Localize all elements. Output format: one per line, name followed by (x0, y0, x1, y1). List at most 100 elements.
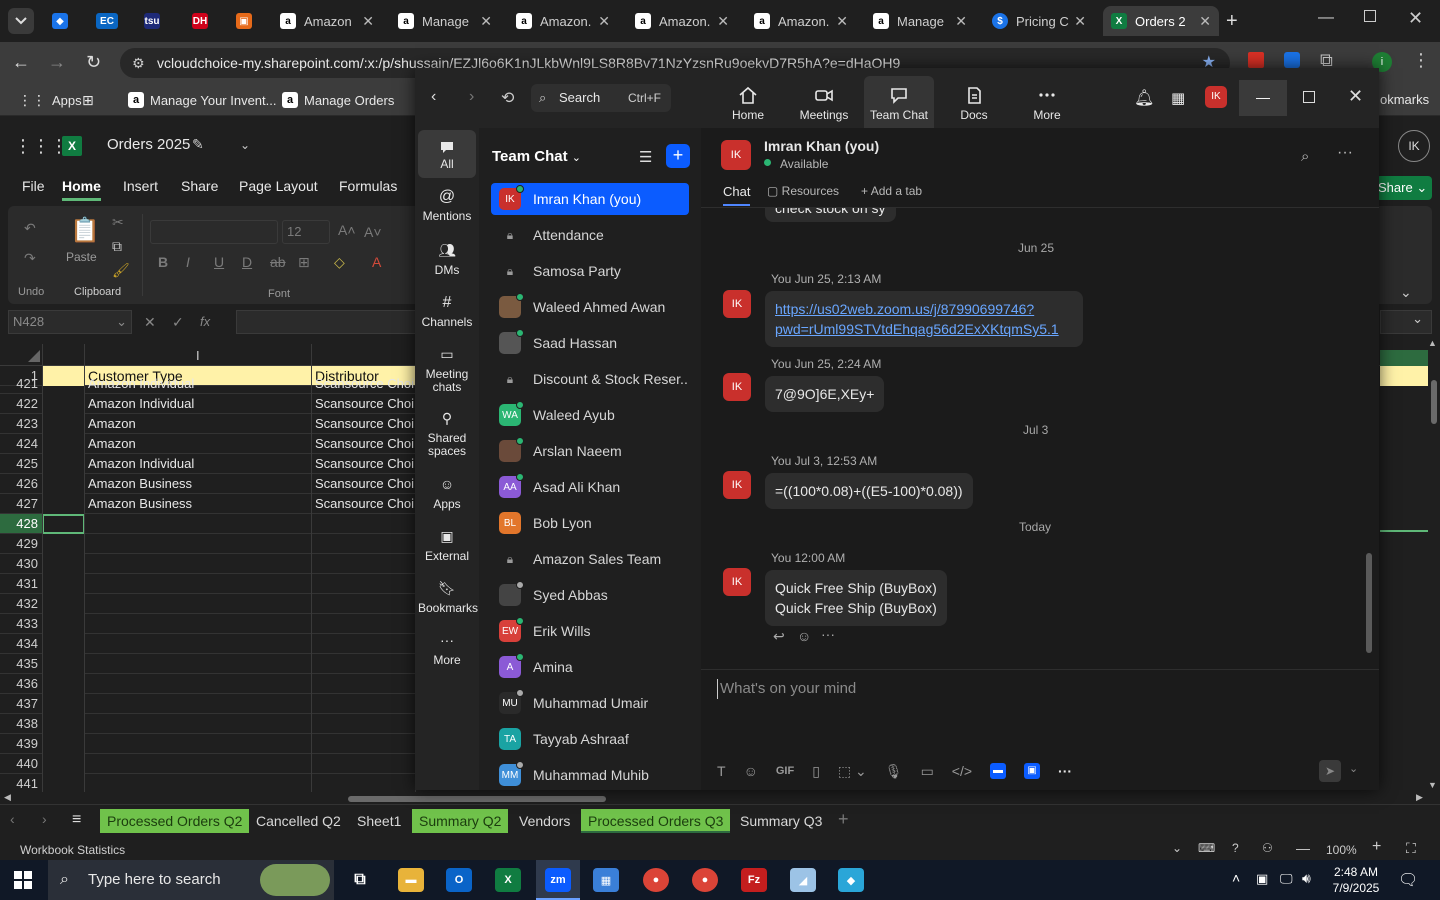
nav-docs[interactable]: Docs (939, 76, 1009, 128)
new-chat-button[interactable]: + (666, 144, 690, 168)
copy-icon[interactable]: ⧉ (112, 238, 122, 255)
system-clock[interactable]: 2:48 AM 7/9/2025 (1326, 864, 1386, 896)
filezilla-icon[interactable]: Fz (741, 868, 767, 892)
extension-icon[interactable] (1248, 52, 1264, 68)
row-header[interactable]: 430 (0, 554, 42, 574)
row-header[interactable]: 435 (0, 654, 42, 674)
volume-icon[interactable]: 🔊︎ (1302, 870, 1311, 887)
more-horizontal-icon[interactable]: ··· (1337, 144, 1353, 162)
contact-item[interactable]: BL Bob Lyon (491, 507, 689, 539)
cell-customer-type[interactable] (85, 634, 311, 654)
forward-icon[interactable]: → (48, 52, 66, 73)
message-bubble[interactable]: check stock on sy (765, 208, 896, 222)
italic-icon[interactable]: I (186, 254, 190, 270)
header-cell[interactable] (42, 366, 85, 386)
minimize-icon[interactable]: — (1239, 80, 1287, 116)
maximize-icon[interactable] (1303, 91, 1315, 103)
sheet-tab[interactable]: Cancelled Q2 (249, 809, 348, 833)
menu-file[interactable]: File (22, 178, 45, 194)
sidebar-item-shared-spaces[interactable]: ⚲ Shared spaces (418, 411, 476, 458)
tray-app-icon[interactable]: ▣ (1256, 871, 1268, 887)
excel-app-icon[interactable]: X (495, 868, 521, 892)
formula-bar[interactable] (236, 310, 416, 334)
row-header[interactable]: 440 (0, 754, 42, 774)
contact-item[interactable]: AA Asad Ali Khan (491, 471, 689, 503)
network-icon[interactable]: 🖵︎ (1280, 871, 1293, 887)
header-cell[interactable] (1380, 366, 1428, 386)
cell-distributor[interactable] (312, 734, 416, 754)
reload-icon[interactable]: ↻ (86, 52, 101, 73)
outlook-icon[interactable]: O (446, 868, 472, 892)
cell-distributor[interactable] (312, 654, 416, 674)
cell-customer-type[interactable] (85, 554, 311, 574)
row-header[interactable]: 434 (0, 634, 42, 654)
row-header[interactable]: 422 (0, 394, 42, 414)
menu-insert[interactable]: Insert (123, 178, 158, 194)
row-header[interactable]: 439 (0, 734, 42, 754)
close-icon[interactable]: ✕ (480, 13, 492, 30)
keyboard-icon[interactable]: ⌨ (1198, 841, 1215, 855)
chat-scrollbar[interactable] (1365, 208, 1373, 668)
message-bubble[interactable]: =((100*0.08)+((E5-100)*0.08)) (765, 473, 973, 509)
bold-icon[interactable]: B (158, 254, 168, 270)
workbook-statistics[interactable]: Workbook Statistics (20, 843, 125, 857)
sidebar-item-meeting-chats[interactable]: ▭ Meeting chats (418, 347, 476, 394)
cell-distributor[interactable] (312, 554, 416, 574)
sheet-tab[interactable]: Processed Orders Q3 (581, 809, 731, 833)
scroll-up-icon[interactable]: ▲ (1428, 338, 1437, 348)
close-icon[interactable]: ✕ (836, 13, 848, 30)
cell-distributor[interactable] (312, 754, 416, 774)
contact-item[interactable]: Arslan Naeem (491, 435, 689, 467)
zoom-in-icon[interactable]: + (1372, 838, 1381, 856)
message-bubble[interactable]: Quick Free Ship (BuyBox) Quick Free Ship… (765, 570, 947, 626)
history-icon[interactable]: ⟲ (501, 88, 514, 108)
contact-item[interactable]: 🔒︎ Amazon Sales Team (491, 543, 689, 575)
close-window-icon[interactable]: ✕ (1408, 8, 1423, 29)
contact-item[interactable]: 🔒︎ Attendance (491, 219, 689, 251)
name-box[interactable]: N428 ⌄ (8, 310, 132, 334)
menu-share[interactable]: Share (181, 178, 218, 194)
zoom-search-box[interactable]: ⌕ Search Ctrl+F (531, 84, 671, 112)
font-color-icon[interactable]: A (372, 254, 381, 270)
close-icon[interactable]: ✕ (955, 13, 967, 30)
nav-more[interactable]: More (1012, 76, 1082, 128)
message-link[interactable]: pwd=rUml99STVtdEhqag56d2ExXKtqmSy5.1 (775, 319, 1073, 339)
contact-item[interactable]: MU Muhammad Umair (491, 687, 689, 719)
minimize-icon[interactable]: — (1318, 9, 1334, 27)
cell-customer-type[interactable]: Amazon (85, 434, 311, 454)
chevron-down-icon[interactable]: ⌄ (1172, 841, 1182, 855)
chrome-icon[interactable]: ● (643, 868, 669, 892)
cell-customer-type[interactable]: Amazon Business (85, 474, 311, 494)
contact-item[interactable]: 🔒︎ Samosa Party (491, 255, 689, 287)
cell-distributor[interactable] (312, 534, 416, 554)
contact-item[interactable]: Saad Hassan (491, 327, 689, 359)
sidebar-item-dms[interactable]: 👥︎ DMs (418, 243, 476, 277)
message-bubble[interactable]: 7@9O]6E,XEy+ (765, 376, 885, 412)
sheet-tab[interactable]: Vendors (512, 809, 577, 833)
browser-tab[interactable]: tsu (136, 6, 172, 36)
row-header[interactable]: 426 (0, 474, 42, 494)
calculator-icon[interactable]: ▦ (593, 868, 619, 892)
remote-app-icon[interactable]: ◢ (790, 868, 816, 892)
back-icon[interactable]: ← (12, 52, 30, 73)
tab-chat[interactable]: Chat (723, 184, 751, 206)
row-header[interactable]: 428 (0, 514, 42, 534)
new-tab-icon[interactable]: + (1226, 10, 1238, 33)
nav-home[interactable]: Home (713, 76, 783, 128)
close-icon[interactable]: ✕ (1199, 13, 1211, 30)
underline-icon[interactable]: U (214, 254, 224, 270)
close-icon[interactable]: ✕ (362, 13, 374, 30)
fullscreen-icon[interactable]: ⛶ (1406, 840, 1416, 857)
nav-meetings[interactable]: Meetings (789, 76, 859, 128)
share-button[interactable]: Share ⌄ (1376, 176, 1432, 200)
tab-resources[interactable]: ▢ Resources (767, 184, 839, 198)
paste-icon[interactable]: 📋 (70, 216, 100, 245)
tray-chevron-up-icon[interactable]: ˄ (1232, 870, 1240, 886)
add-sheet-icon[interactable]: + (838, 809, 849, 830)
cell-customer-type[interactable] (85, 534, 311, 554)
message-list[interactable]: check stock on sy Jun 25 IK You Jun 25, … (701, 208, 1365, 668)
browser-tab[interactable]: EC (88, 6, 124, 36)
menu-page-layout[interactable]: Page Layout (239, 178, 318, 194)
cell-customer-type[interactable] (85, 514, 311, 534)
row-header[interactable]: 431 (0, 574, 42, 594)
